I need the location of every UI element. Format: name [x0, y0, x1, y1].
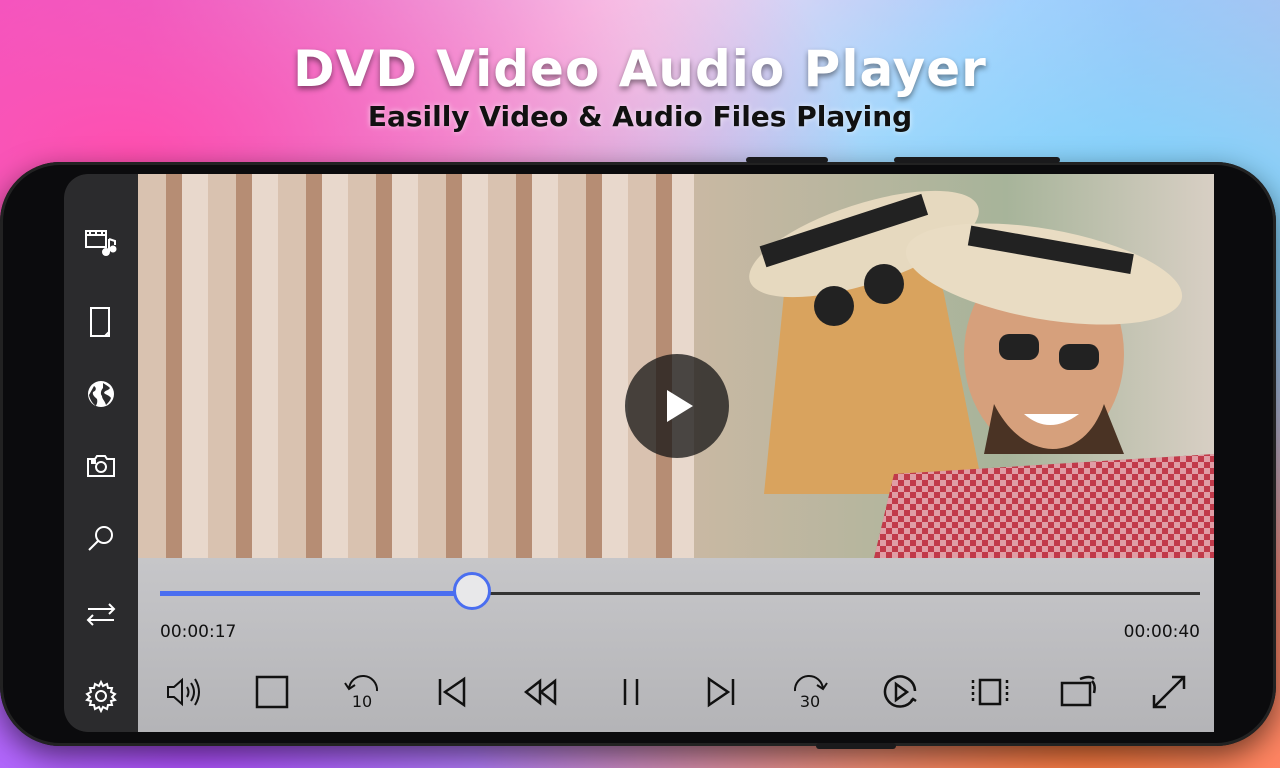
rewind-seconds-label: 10 [352, 692, 372, 711]
pause-icon [623, 679, 639, 705]
control-panel: 00:00:17 00:00:40 10 30 [138, 558, 1214, 732]
cast-icon [1061, 675, 1097, 707]
previous-button[interactable] [423, 667, 481, 717]
fullscreen-button[interactable] [1140, 667, 1198, 717]
fullscreen-icon [1152, 675, 1186, 709]
fast-rewind-button[interactable] [512, 667, 570, 717]
phone-bottom-button [816, 743, 896, 749]
sidebar-browser-button[interactable] [64, 358, 138, 430]
fast-rewind-icon [524, 678, 557, 706]
next-button[interactable] [692, 667, 750, 717]
sidebar-camera-button[interactable] [64, 430, 138, 502]
forward-30-button[interactable]: 30 [781, 667, 839, 717]
video-people-illustration [749, 190, 1214, 558]
video-frame[interactable] [138, 174, 1214, 558]
sidebar-file-button[interactable] [64, 286, 138, 358]
globe-icon [88, 381, 114, 407]
sidebar-swap-button[interactable] [64, 578, 138, 650]
skip-next-icon [707, 676, 735, 708]
aspect-ratio-button[interactable] [961, 667, 1019, 717]
skip-previous-icon [438, 676, 466, 708]
forward-30-icon: 30 [794, 674, 829, 711]
current-time: 00:00:17 [160, 622, 237, 642]
camera-icon [87, 455, 115, 477]
stop-icon [256, 675, 289, 709]
volume-icon [166, 677, 200, 707]
sidebar-media-library-button[interactable] [64, 206, 138, 278]
file-icon [90, 307, 110, 337]
seek-thumb[interactable] [453, 572, 491, 610]
play-icon [667, 390, 693, 422]
seek-progress [160, 591, 472, 596]
rewind-10-icon: 10 [344, 674, 379, 711]
stop-button[interactable] [243, 667, 301, 717]
sidebar-settings-button[interactable] [64, 660, 138, 732]
forward-seconds-label: 30 [800, 692, 820, 711]
aspect-ratio-icon [971, 678, 1008, 706]
search-icon [88, 526, 113, 551]
phone-volume-button [894, 157, 1060, 163]
player-screen: 00:00:17 00:00:40 10 30 [64, 174, 1214, 732]
center-play-button[interactable] [625, 354, 729, 458]
total-time: 00:00:40 [1123, 622, 1200, 642]
sidebar [64, 174, 138, 732]
video-scene [694, 174, 1214, 558]
media-library-icon [85, 230, 117, 256]
banner-title: DVD Video Audio Player [293, 40, 987, 98]
banner-subtitle: Easilly Video & Audio Files Playing [367, 100, 913, 133]
phone-side-button [746, 157, 828, 163]
play-mode-button[interactable] [871, 667, 929, 717]
rewind-10-button[interactable]: 10 [333, 667, 391, 717]
volume-button[interactable] [154, 667, 212, 717]
settings-icon [85, 679, 117, 713]
cast-button[interactable] [1050, 667, 1108, 717]
pause-button[interactable] [602, 667, 660, 717]
playback-controls: 10 30 [138, 662, 1214, 722]
swap-icon [86, 603, 116, 626]
sidebar-search-button[interactable] [64, 502, 138, 574]
play-circle-icon [883, 675, 917, 708]
